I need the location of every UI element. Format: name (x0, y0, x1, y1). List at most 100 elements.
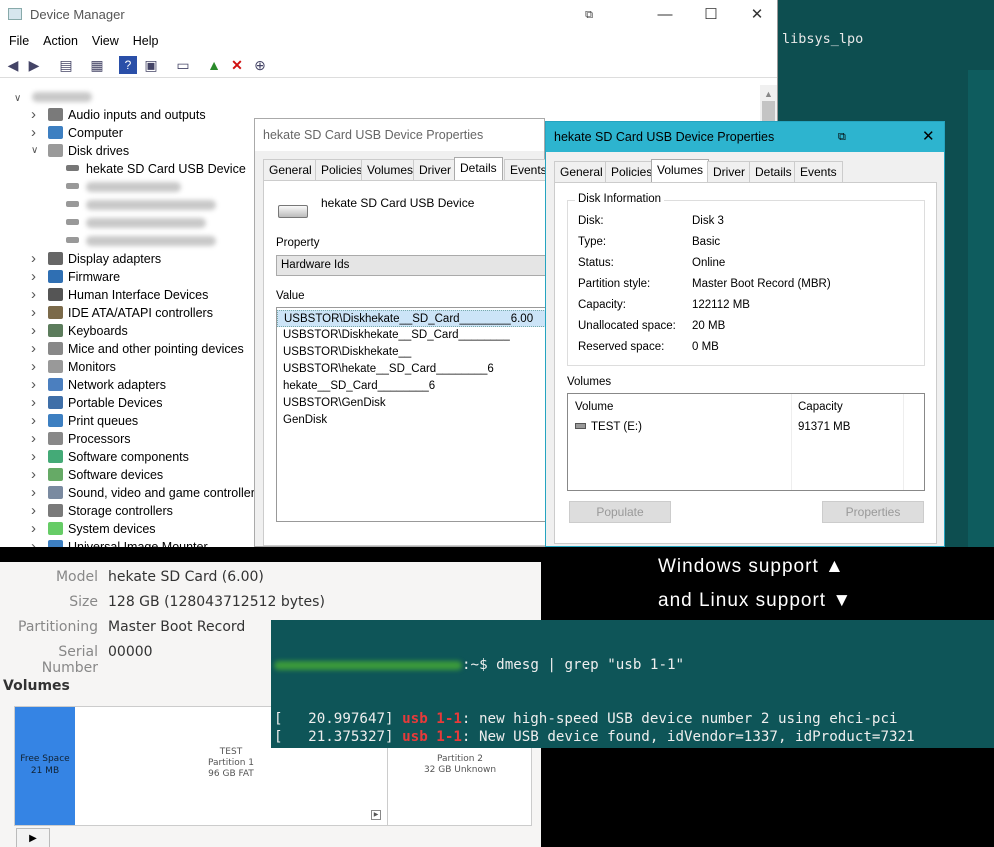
tree-root[interactable]: ∨ (14, 88, 92, 106)
chevron-right-icon[interactable]: › (31, 502, 41, 520)
populate-button[interactable]: Populate (569, 501, 671, 523)
tab-driver[interactable]: Driver (707, 161, 751, 182)
tab-general[interactable]: General (263, 159, 318, 180)
play-button[interactable]: ▶ (16, 828, 50, 847)
value-item[interactable]: hekate__SD_Card________6 (277, 378, 548, 395)
serial-label: Serial Number (41, 644, 98, 676)
tree-category-universal-image-mounter[interactable]: › Universal Image Mounter (31, 538, 208, 547)
property-select[interactable]: Hardware Ids (276, 255, 548, 276)
disk-info-key: Type: (578, 236, 607, 248)
chevron-right-icon[interactable]: › (31, 448, 41, 466)
partitioning-value: Master Boot Record (108, 619, 246, 635)
tree-category-monitors[interactable]: › Monitors (31, 358, 116, 376)
tree-category-processors[interactable]: › Processors (31, 430, 131, 448)
value-item[interactable]: USBSTOR\Diskhekate__SD_Card________ (277, 327, 548, 344)
chevron-right-icon[interactable]: › (31, 538, 41, 547)
forward-icon[interactable]: ▶ (25, 56, 43, 74)
tab-details[interactable]: Details (454, 157, 503, 180)
chevron-right-icon[interactable]: › (31, 376, 41, 394)
tree-category-system-devices[interactable]: › System devices (31, 520, 156, 538)
chevron-right-icon[interactable]: › (31, 124, 41, 142)
uninstall-icon[interactable]: ✕ (228, 56, 246, 74)
chevron-right-icon[interactable]: › (31, 520, 41, 538)
value-item[interactable]: USBSTOR\Diskhekate__ (277, 344, 548, 361)
tab-volumes[interactable]: Volumes (651, 159, 710, 182)
maximize-button[interactable]: ☐ (688, 0, 734, 30)
window-title: Device Manager (30, 7, 125, 22)
tree-category-audio-inputs-and-outputs[interactable]: › Audio inputs and outputs (31, 106, 206, 124)
restore-icon[interactable]: ⧉ (566, 0, 612, 30)
minimize-button[interactable]: — (642, 0, 688, 30)
partition-1-fs: 96 GB FAT (208, 769, 254, 779)
tree-category-display-adapters[interactable]: › Display adapters (31, 250, 161, 268)
chevron-right-icon[interactable]: › (31, 322, 41, 340)
help-icon[interactable]: ? (119, 56, 137, 74)
tree-item-label: Firmware (68, 270, 121, 284)
tree-category-network-adapters[interactable]: › Network adapters (31, 376, 166, 394)
chevron-right-icon[interactable]: › (31, 106, 41, 124)
tree-category-sound-video-and-game-controllers[interactable]: › Sound, video and game controllers (31, 484, 262, 502)
tab-general[interactable]: General (554, 161, 609, 182)
tab-volumes[interactable]: Volumes (361, 159, 420, 180)
chevron-right-icon[interactable]: › (31, 304, 41, 322)
tree-category-keyboards[interactable]: › Keyboards (31, 322, 128, 340)
chevron-right-icon[interactable]: › (31, 268, 41, 286)
update-driver-icon[interactable]: ▲ (205, 56, 223, 74)
tree-category-storage-controllers[interactable]: › Storage controllers (31, 502, 173, 520)
chevron-right-icon[interactable]: › (31, 394, 41, 412)
show-hide-console-icon[interactable]: ▤ (57, 56, 75, 74)
menu-help[interactable]: Help (126, 34, 166, 48)
tab-driver[interactable]: Driver (413, 159, 457, 180)
close-button[interactable]: ✕ (734, 0, 780, 30)
tree-category-ide-ata-atapi-controllers[interactable]: › IDE ATA/ATAPI controllers (31, 304, 213, 322)
tree-category-disk-drives[interactable]: ∨ Disk drives (31, 142, 129, 160)
value-item[interactable]: USBSTOR\Diskhekate__SD_Card________6.00 (277, 310, 548, 327)
properties-button[interactable]: Properties (822, 501, 924, 523)
chevron-down-icon[interactable]: ∨ (31, 142, 41, 160)
restore-icon[interactable]: ⧉ (838, 122, 846, 152)
tree-category-software-devices[interactable]: › Software devices (31, 466, 163, 484)
tree-category-mice-and-other-pointing-devices[interactable]: › Mice and other pointing devices (31, 340, 244, 358)
tree-category-print-queues[interactable]: › Print queues (31, 412, 138, 430)
mount-play-icon[interactable]: ▶ (371, 810, 381, 820)
download-icon[interactable]: ⊕ (251, 56, 269, 74)
tree-category-firmware[interactable]: › Firmware (31, 268, 121, 286)
col-volume-header[interactable]: Volume (575, 401, 613, 413)
back-icon[interactable]: ◀ (4, 56, 22, 74)
properties-icon[interactable]: ▦ (88, 56, 106, 74)
chevron-right-icon[interactable]: › (31, 358, 41, 376)
chevron-right-icon[interactable]: › (31, 466, 41, 484)
menu-file[interactable]: File (2, 34, 36, 48)
tree-category-computer[interactable]: › Computer (31, 124, 123, 142)
partition-1-label: Partition 1 (207, 758, 255, 768)
tree-category-portable-devices[interactable]: › Portable Devices (31, 394, 163, 412)
col-capacity-header[interactable]: Capacity (798, 401, 843, 413)
chevron-right-icon[interactable]: › (31, 430, 41, 448)
menu-view[interactable]: View (85, 34, 126, 48)
tree-device-hekate[interactable]: hekate SD Card USB Device (66, 160, 246, 178)
action-pane-icon[interactable]: ▣ (142, 56, 160, 74)
volume-name[interactable]: TEST (E:) (591, 421, 642, 433)
chevron-right-icon[interactable]: › (31, 340, 41, 358)
chevron-right-icon[interactable]: › (31, 412, 41, 430)
chevron-right-icon[interactable]: › (31, 286, 41, 304)
title-bar: Device Manager ⧉ — ☐ ✕ (0, 0, 777, 30)
category-icon (48, 324, 63, 337)
chevron-right-icon[interactable]: › (31, 484, 41, 502)
value-item[interactable]: GenDisk (277, 412, 548, 429)
value-item[interactable]: USBSTOR\GenDisk (277, 395, 548, 412)
tree-category-software-components[interactable]: › Software components (31, 448, 189, 466)
tab-details[interactable]: Details (749, 161, 798, 182)
tab-events[interactable]: Events (794, 161, 843, 182)
timestamp: [ 21.375327] (274, 729, 403, 745)
scan-hardware-icon[interactable]: ▭ (174, 56, 192, 74)
close-button[interactable]: ✕ (922, 122, 935, 152)
chevron-right-icon[interactable]: › (31, 250, 41, 268)
banner-line-2: and Linux support ▼ (658, 590, 853, 611)
tree-item-label: Sound, video and game controllers (68, 486, 262, 500)
menu-action[interactable]: Action (36, 34, 85, 48)
terminal-scrollbar[interactable] (968, 70, 994, 547)
value-item[interactable]: USBSTOR\hekate__SD_Card________6 (277, 361, 548, 378)
free-space-segment[interactable]: Free Space 21 MB (15, 707, 75, 825)
tree-category-human-interface-devices[interactable]: › Human Interface Devices (31, 286, 208, 304)
